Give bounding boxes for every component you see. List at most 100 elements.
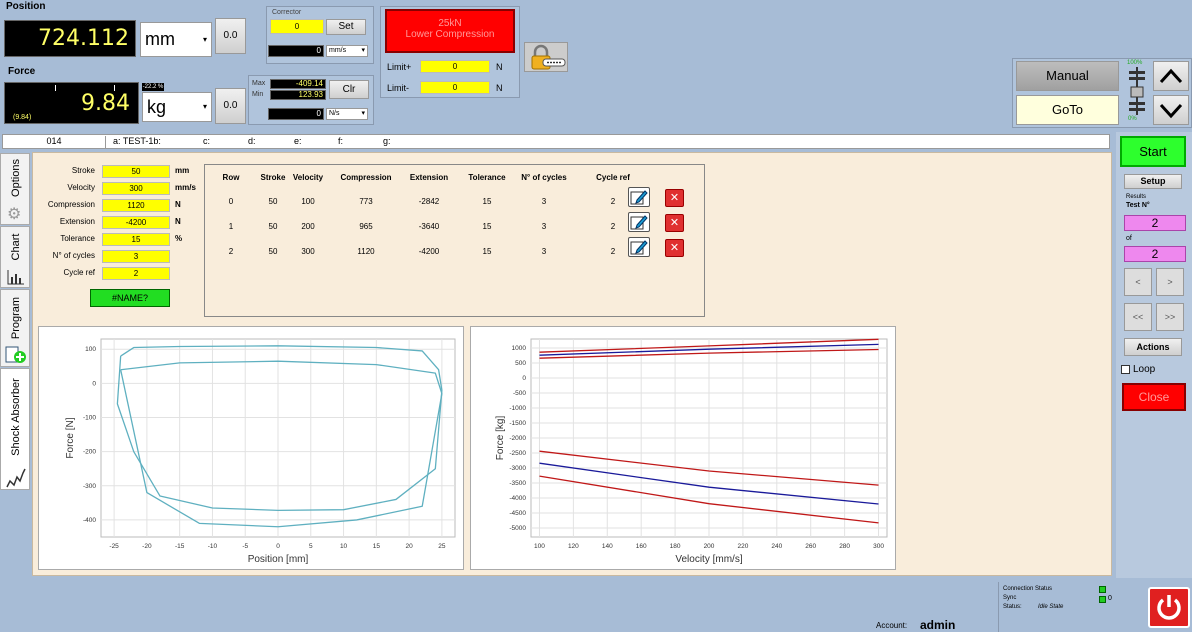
position-title: Position xyxy=(6,1,46,12)
param-input[interactable]: 15 xyxy=(102,233,170,246)
close-icon: ✕ xyxy=(669,217,680,229)
corrector-label: Corrector xyxy=(272,9,302,16)
force-unit-select[interactable]: kg ▾ xyxy=(142,92,212,122)
chevron-up-icon xyxy=(1159,68,1183,84)
y-tick-label: -3500 xyxy=(509,480,526,487)
limit-minus-input[interactable]: 0 xyxy=(420,81,490,94)
clear-button[interactable]: Clr xyxy=(329,80,369,99)
param-input[interactable]: 1120 xyxy=(102,199,170,212)
spring-icon xyxy=(6,468,26,488)
loop-label: Loop xyxy=(1133,364,1156,375)
x-tick-label: 25 xyxy=(438,543,446,550)
x-tick-label: 220 xyxy=(737,543,748,550)
velocity-force-chart: 100 120 140 160 180 200 220 240 260 280 300 1000 0 -1… xyxy=(470,326,896,570)
account-value: admin xyxy=(920,618,956,632)
goto-button[interactable]: GoTo xyxy=(1016,95,1119,125)
edit-row-button[interactable] xyxy=(628,237,650,257)
speed-unit: mm/s xyxy=(329,47,347,54)
table-header: N° of cycles xyxy=(521,173,567,182)
pencil-icon xyxy=(630,190,648,205)
x-tick-label: -5 xyxy=(242,543,248,550)
delete-row-button[interactable]: ✕ xyxy=(665,189,684,207)
position-display: 724.112 xyxy=(4,20,136,57)
param-input[interactable]: 3 xyxy=(102,250,170,263)
param-unit: mm xyxy=(175,166,190,175)
delete-row-button[interactable]: ✕ xyxy=(665,214,684,232)
first-button[interactable]: << xyxy=(1124,303,1152,331)
y-tick-label: -300 xyxy=(83,483,96,490)
prev-button[interactable]: < xyxy=(1124,268,1152,296)
param-label: Extension xyxy=(59,217,95,226)
param-label: Tolerance xyxy=(60,234,95,243)
edit-row-button[interactable] xyxy=(628,187,650,207)
lock-button[interactable] xyxy=(524,42,568,72)
chevron-down-icon: ▾ xyxy=(202,35,207,44)
test-number-label: Test N° xyxy=(1126,202,1150,209)
delete-row-button[interactable]: ✕ xyxy=(665,239,684,257)
chevron-down-icon: ▾ xyxy=(202,102,207,111)
table-cell: 3 xyxy=(541,222,547,231)
param-input[interactable]: 50 xyxy=(102,165,170,178)
param-label: N° of cycles xyxy=(52,251,95,260)
sync-label: Sync xyxy=(1003,595,1017,601)
alarm-line1: 25kN xyxy=(438,18,462,29)
next-button[interactable]: > xyxy=(1156,268,1184,296)
param-unit: N xyxy=(175,217,181,226)
gear-icon: ⚙ xyxy=(7,206,22,223)
param-input[interactable]: 2 xyxy=(102,267,170,280)
tab-chart-label: Chart xyxy=(10,233,22,261)
start-button[interactable]: Start xyxy=(1120,136,1186,167)
limit-plus-input[interactable]: 0 xyxy=(420,60,490,73)
force-percent: -22.2 % xyxy=(142,83,164,91)
x-tick-label: -20 xyxy=(142,543,152,550)
setup-button[interactable]: Setup xyxy=(1124,174,1182,189)
y-tick-label: -500 xyxy=(513,390,526,397)
edit-row-button[interactable] xyxy=(628,212,650,232)
of-label: of xyxy=(1126,235,1132,242)
force-zero-button[interactable]: 0.0 xyxy=(215,88,246,124)
sync-value: 0 xyxy=(1108,595,1112,602)
limit-plus-unit: N xyxy=(496,62,503,72)
x-tick-label: 200 xyxy=(704,543,715,550)
down-button[interactable] xyxy=(1153,95,1189,125)
info-field-f: f: xyxy=(338,136,344,146)
x-axis-label: Position [mm] xyxy=(248,554,309,565)
tab-options-label: Options xyxy=(10,159,22,197)
name-badge: #NAME? xyxy=(90,289,170,307)
param-input[interactable]: 300 xyxy=(102,182,170,195)
y-axis-label: Force [N] xyxy=(65,417,76,458)
set-button[interactable]: Set xyxy=(326,19,366,35)
loop-checkbox[interactable] xyxy=(1121,365,1130,374)
pencil-icon xyxy=(630,240,648,255)
corrector-input[interactable]: 0 xyxy=(270,19,324,34)
x-tick-label: 180 xyxy=(670,543,681,550)
force-unit: kg xyxy=(147,97,167,117)
up-button[interactable] xyxy=(1153,61,1189,91)
y-tick-label: -3000 xyxy=(509,465,526,472)
test-id: 014 xyxy=(3,136,106,149)
last-button[interactable]: >> xyxy=(1156,303,1184,331)
tab-program[interactable]: Program xyxy=(0,289,30,367)
rate-unit-select[interactable]: N/s ▾ xyxy=(326,108,368,120)
results-label: Results xyxy=(1126,194,1147,200)
info-bar xyxy=(2,134,1110,149)
actions-button[interactable]: Actions xyxy=(1124,338,1182,356)
min-label: Min xyxy=(252,91,264,98)
speed-unit-select[interactable]: mm/s ▾ xyxy=(326,45,368,57)
rate-unit: N/s xyxy=(329,110,340,117)
position-unit-select[interactable]: mm ▾ xyxy=(140,22,212,57)
info-field-d: d: xyxy=(248,136,256,146)
close-button[interactable]: Close xyxy=(1122,383,1186,411)
tab-shock-absorber[interactable]: Shock Absorber xyxy=(0,368,30,490)
y-tick-label: -5000 xyxy=(509,525,526,532)
limit-plus-label: Limit+ xyxy=(387,62,412,72)
param-input[interactable]: -4200 xyxy=(102,216,170,229)
power-button[interactable] xyxy=(1148,587,1190,628)
x-tick-label: 160 xyxy=(636,543,647,550)
position-zero-button[interactable]: 0.0 xyxy=(215,18,246,54)
manual-button[interactable]: Manual xyxy=(1016,61,1119,91)
x-tick-label: -25 xyxy=(109,543,119,550)
y-tick-label: -200 xyxy=(83,449,96,456)
chevron-down-icon: ▾ xyxy=(361,110,365,117)
y-tick-label: 100 xyxy=(85,346,96,353)
